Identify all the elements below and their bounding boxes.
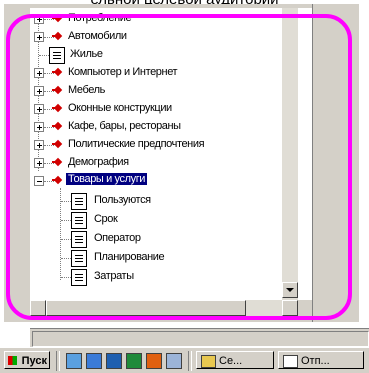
start-button[interactable]: Пуск <box>4 351 50 369</box>
task-button-folder[interactable]: Се... <box>196 351 274 369</box>
status-bar <box>30 328 369 347</box>
task-label: Се... <box>219 355 243 367</box>
task-button-document[interactable]: Отп... <box>278 351 364 369</box>
highlight-ring <box>6 14 352 320</box>
browser-icon[interactable] <box>86 353 102 369</box>
desktop-icon[interactable] <box>66 353 82 369</box>
windows-logo-icon <box>8 356 17 365</box>
task-label: Отп... <box>301 355 330 367</box>
document-icon <box>283 355 298 368</box>
status-cell <box>32 331 369 347</box>
taskbar-separator <box>188 351 192 371</box>
start-label: Пуск <box>21 355 47 367</box>
taskbar-separator <box>56 351 60 371</box>
office-icon[interactable] <box>146 353 162 369</box>
taskbar: Пуск Се... Отп... <box>0 347 369 373</box>
app-icon[interactable] <box>106 353 122 369</box>
window-icon[interactable] <box>166 353 182 369</box>
excel-icon[interactable] <box>126 353 142 369</box>
folder-icon <box>201 355 216 368</box>
